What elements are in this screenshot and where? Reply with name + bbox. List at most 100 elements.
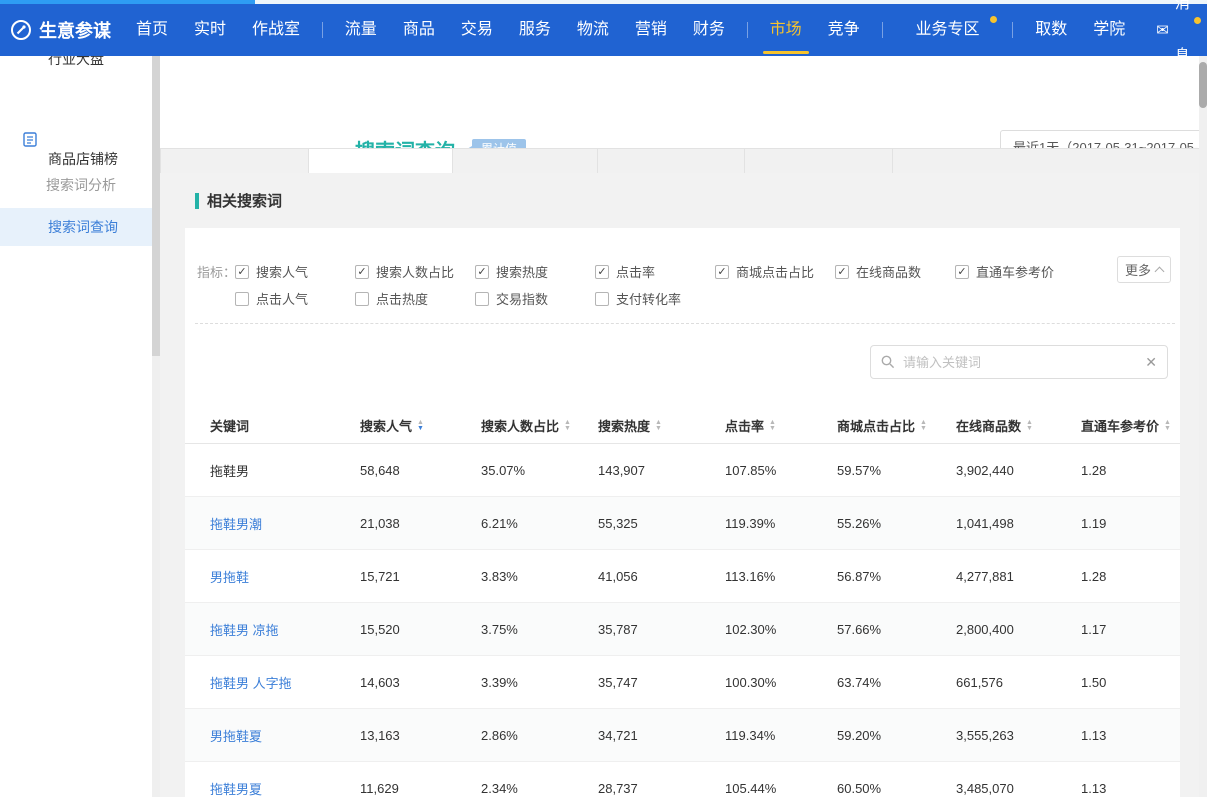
column-header-search-popularity[interactable]: 搜索人气▲▼ <box>360 416 481 435</box>
cell: 1.13 <box>1081 781 1180 796</box>
cell: 56.87% <box>837 569 956 584</box>
messages-button[interactable]: ✉ 消息 <box>1156 4 1193 56</box>
tab-4[interactable] <box>598 148 745 173</box>
checkbox-checked-icon: ✓ <box>835 265 849 279</box>
tab-5[interactable] <box>745 148 893 173</box>
dashed-divider <box>195 323 1175 324</box>
envelope-icon: ✉ <box>1156 23 1169 38</box>
cell: 57.66% <box>837 622 956 637</box>
nav-item-competition[interactable]: 竞争 <box>815 4 873 56</box>
checkbox-ztc-reference-price[interactable]: ✓直通车参考价 <box>955 262 1054 281</box>
sort-icon[interactable]: ▲▼ <box>417 420 424 432</box>
column-header-keyword: 关键词 <box>210 416 360 435</box>
tab-1[interactable] <box>160 148 309 173</box>
tab-3[interactable] <box>453 148 598 173</box>
nav-divider <box>747 22 748 38</box>
nav-divider <box>322 22 323 38</box>
checkbox-search-popularity[interactable]: ✓搜索人气 <box>235 262 308 281</box>
nav-item-traffic[interactable]: 流量 <box>332 4 390 56</box>
sort-icon[interactable]: ▲▼ <box>920 420 927 432</box>
checkbox-search-heat[interactable]: ✓搜索热度 <box>475 262 548 281</box>
cell: 119.34% <box>725 728 837 743</box>
cell: 11,629 <box>360 781 481 796</box>
tab-6[interactable] <box>893 148 1207 173</box>
checkbox-checked-icon: ✓ <box>955 265 969 279</box>
column-header-ztc-price[interactable]: 直通车参考价▲▼ <box>1081 416 1180 435</box>
column-header-mall-click-share[interactable]: 商城点击占比▲▼ <box>837 416 956 435</box>
table-header: 关键词 搜索人气▲▼ 搜索人数占比▲▼ 搜索热度▲▼ 点击率▲▼ 商城点击占比▲… <box>185 408 1180 444</box>
nav-item-trade[interactable]: 交易 <box>448 4 506 56</box>
checkbox-online-products[interactable]: ✓在线商品数 <box>835 262 921 281</box>
nav-item-data-extract[interactable]: 取数 <box>1022 4 1080 56</box>
nav-divider <box>1012 22 1013 38</box>
nav-item-academy[interactable]: 学院 <box>1080 4 1138 56</box>
sort-icon[interactable]: ▲▼ <box>1164 420 1171 432</box>
cell: 100.30% <box>725 675 837 690</box>
keyword-link[interactable]: 拖鞋男夏 <box>210 779 360 797</box>
sidebar-scrollbar-thumb[interactable] <box>152 56 160 356</box>
column-header-search-heat[interactable]: 搜索热度▲▼ <box>598 416 725 435</box>
nav-item-finance[interactable]: 财务 <box>680 4 738 56</box>
keyword-link[interactable]: 拖鞋男 凉拖 <box>210 620 360 639</box>
nav-item-home[interactable]: 首页 <box>123 4 181 56</box>
cell: 15,520 <box>360 622 481 637</box>
cell: 14,603 <box>360 675 481 690</box>
more-button[interactable]: 更多 <box>1117 256 1171 283</box>
sidebar-item-search-term-query-active[interactable]: 搜索词查询 <box>0 208 152 246</box>
notification-dot <box>1194 17 1201 24</box>
checkbox-click-popularity[interactable]: 点击人气 <box>235 289 308 308</box>
table-row: 男拖鞋 15,7213.83%41,056113.16%56.87%4,277,… <box>185 550 1180 603</box>
cell: 60.50% <box>837 781 956 796</box>
page-scrollbar[interactable] <box>1199 56 1207 797</box>
keyword-link[interactable]: 拖鞋男潮 <box>210 514 360 533</box>
keyword-link[interactable]: 男拖鞋 <box>210 567 360 586</box>
cell: 35,787 <box>598 622 725 637</box>
cell: 13,163 <box>360 728 481 743</box>
page-scrollbar-thumb[interactable] <box>1199 62 1207 108</box>
table-row: 拖鞋男 凉拖 15,5203.75%35,787102.30%57.66%2,8… <box>185 603 1180 656</box>
checkbox-click-heat[interactable]: 点击热度 <box>355 289 428 308</box>
checkbox-pay-conversion[interactable]: 支付转化率 <box>595 289 681 308</box>
brand: 生意参谋 <box>10 17 111 43</box>
nav-item-market-active[interactable]: 市场 <box>757 4 815 56</box>
tab-2-active[interactable] <box>309 148 453 174</box>
sort-icon[interactable]: ▲▼ <box>655 420 662 432</box>
sidebar-group-search-term-analysis[interactable]: 搜索词分析 <box>46 170 116 200</box>
cell: 3,485,070 <box>956 781 1081 796</box>
column-header-online-products[interactable]: 在线商品数▲▼ <box>956 416 1081 435</box>
nav-item-service[interactable]: 服务 <box>506 4 564 56</box>
sort-icon[interactable]: ▲▼ <box>564 420 571 432</box>
nav-divider <box>882 22 883 38</box>
sidebar-item-industry-overview[interactable]: 行业大盘 <box>48 56 104 74</box>
nav-item-marketing[interactable]: 营销 <box>622 4 680 56</box>
checkbox-unchecked-icon <box>355 292 369 306</box>
section-accent-bar <box>195 193 199 209</box>
nav-item-warroom[interactable]: 作战室 <box>239 4 313 56</box>
table-row: 拖鞋男 人字拖 14,6033.39%35,747100.30%63.74%66… <box>185 656 1180 709</box>
cell: 1.19 <box>1081 516 1180 531</box>
sort-icon[interactable]: ▲▼ <box>1026 420 1033 432</box>
checkbox-trade-index[interactable]: 交易指数 <box>475 289 548 308</box>
column-header-searcher-share[interactable]: 搜索人数占比▲▼ <box>481 416 598 435</box>
nav-item-business-zone[interactable]: 业务专区 <box>891 4 1003 56</box>
clear-search-icon[interactable]: ✕ <box>1145 355 1157 369</box>
keyword-link[interactable]: 男拖鞋夏 <box>210 726 360 745</box>
keyword-link[interactable]: 拖鞋男 人字拖 <box>210 673 360 692</box>
column-header-click-rate[interactable]: 点击率▲▼ <box>725 416 837 435</box>
checkbox-searcher-share[interactable]: ✓搜索人数占比 <box>355 262 454 281</box>
cell: 1,041,498 <box>956 516 1081 531</box>
keyword-cell: 拖鞋男 <box>210 461 360 480</box>
nav-item-logistics[interactable]: 物流 <box>564 4 622 56</box>
checkbox-click-rate[interactable]: ✓点击率 <box>595 262 655 281</box>
sidebar-scrollbar[interactable] <box>152 56 160 797</box>
sort-icon[interactable]: ▲▼ <box>769 420 776 432</box>
nav-item-product[interactable]: 商品 <box>390 4 448 56</box>
checkbox-mall-click-share[interactable]: ✓商城点击占比 <box>715 262 814 281</box>
cell: 59.57% <box>837 463 956 478</box>
search-input[interactable] <box>903 355 1137 370</box>
nav-item-realtime[interactable]: 实时 <box>181 4 239 56</box>
table-row: 拖鞋男夏 11,6292.34%28,737105.44%60.50%3,485… <box>185 762 1180 797</box>
compass-logo-icon <box>10 19 32 41</box>
checkbox-unchecked-icon <box>475 292 489 306</box>
cell: 63.74% <box>837 675 956 690</box>
